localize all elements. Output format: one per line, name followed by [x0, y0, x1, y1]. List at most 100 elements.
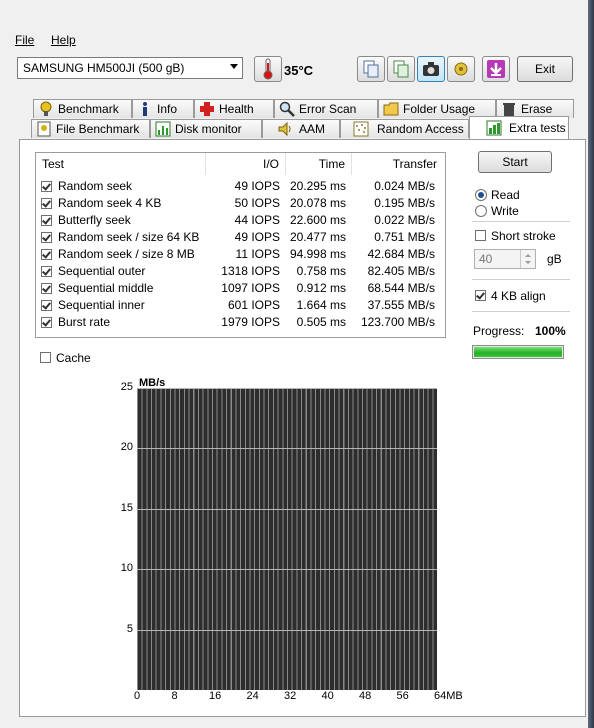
divider — [472, 221, 570, 222]
table-row[interactable]: Random seek 4 KB 50 IOPS 20.078 ms 0.195 MB… — [36, 195, 445, 212]
drive-select-value: SAMSUNG HM500JI (500 gB) — [23, 61, 185, 75]
row-checkbox[interactable] — [41, 232, 52, 243]
x-tick-label: 56 — [396, 690, 409, 702]
table-row[interactable]: Random seek 49 IOPS 20.295 ms 0.024 MB/s — [36, 178, 445, 195]
file-benchmark-icon — [37, 121, 51, 137]
row-checkbox[interactable] — [41, 249, 52, 260]
row-test: Butterfly seek — [58, 213, 131, 227]
copy-icon — [363, 60, 379, 78]
table-row[interactable]: Sequential inner 601 IOPS 1.664 ms 37.555 M… — [36, 297, 445, 314]
tab-file-benchmark[interactable]: File Benchmark — [31, 119, 150, 138]
column-header-time[interactable]: Time — [286, 153, 352, 175]
tab-benchmark[interactable]: Benchmark — [33, 99, 132, 118]
tab-label: Disk monitor — [175, 122, 242, 136]
start-button[interactable]: Start — [478, 151, 552, 173]
magnifier-icon — [279, 101, 295, 117]
y-gridline — [137, 569, 437, 571]
write-radio[interactable] — [475, 205, 487, 217]
cache-checkbox[interactable] — [40, 352, 51, 363]
window-edge — [588, 0, 594, 728]
drive-select[interactable]: SAMSUNG HM500JI (500 gB) — [17, 57, 243, 79]
row-test: Random seek — [58, 179, 133, 193]
row-io: 1979 IOPS — [221, 315, 280, 329]
chart-unit-label: MB/s — [139, 377, 166, 389]
align-checkbox[interactable] — [475, 290, 486, 301]
menu-help[interactable]: Help — [51, 33, 76, 47]
table-row[interactable]: Butterfly seek 44 IOPS 22.600 ms 0.022 MB/s — [36, 212, 445, 229]
row-checkbox[interactable] — [41, 215, 52, 226]
speaker-icon — [278, 121, 291, 137]
x-tick-label: 48 — [359, 690, 372, 702]
row-test: Sequential inner — [58, 298, 145, 312]
tab-health[interactable]: Health — [194, 99, 274, 118]
row-checkbox[interactable] — [41, 266, 52, 277]
read-label: Read — [491, 188, 520, 202]
column-header-test[interactable]: Test — [36, 153, 206, 175]
divider — [472, 279, 570, 280]
row-io: 1097 IOPS — [221, 281, 280, 295]
thermometer-icon — [263, 58, 273, 80]
table-row[interactable]: Random seek / size 8 MB 11 IOPS 94.998 ms 4… — [36, 246, 445, 263]
screenshot-button[interactable] — [417, 56, 445, 82]
tab-label: Extra tests — [509, 121, 566, 135]
exit-button[interactable]: Exit — [517, 56, 573, 82]
row-time: 94.998 ms — [289, 247, 346, 261]
row-time: 1.664 ms — [296, 298, 346, 312]
tab-info[interactable]: Info — [132, 99, 194, 118]
row-checkbox[interactable] — [41, 300, 52, 311]
spin-buttons[interactable] — [520, 250, 535, 268]
tab-label: Random Access — [377, 122, 464, 136]
row-transfer: 42.684 MB/s — [367, 247, 435, 261]
column-header-transfer[interactable]: Transfer — [352, 153, 445, 175]
tab-error-scan[interactable]: Error Scan — [274, 99, 378, 118]
row-checkbox[interactable] — [41, 317, 52, 328]
camera-icon — [423, 62, 439, 76]
row-io: 50 IOPS — [234, 196, 280, 210]
save-down-button[interactable] — [482, 56, 510, 82]
cache-label: Cache — [56, 351, 91, 365]
menu-file[interactable]: File — [15, 33, 34, 47]
row-io: 44 IOPS — [234, 213, 280, 227]
table-row[interactable]: Burst rate 1979 IOPS 0.505 ms 123.700 MB/s — [36, 314, 445, 331]
write-label: Write — [491, 204, 519, 218]
table-row[interactable]: Sequential outer 1318 IOPS 0.758 ms 82.405 … — [36, 263, 445, 280]
copy-all-button[interactable] — [387, 56, 415, 82]
extra-tests-icon — [486, 120, 502, 136]
column-header-io[interactable]: I/O — [206, 153, 286, 175]
progress-label: Progress: — [473, 324, 525, 338]
x-tick-label: 24 — [246, 690, 259, 702]
row-checkbox[interactable] — [41, 181, 52, 192]
tab-disk-monitor[interactable]: Disk monitor — [150, 119, 262, 138]
read-radio[interactable] — [475, 189, 487, 201]
copy-all-icon — [393, 60, 409, 78]
short-stroke-value: 40 — [479, 252, 493, 266]
tab-random-access[interactable]: Random Access — [340, 119, 469, 138]
row-transfer: 82.405 MB/s — [367, 264, 435, 278]
y-tick-label: 25 — [120, 381, 133, 393]
row-test: Sequential outer — [58, 264, 146, 278]
row-io: 601 IOPS — [227, 298, 280, 312]
row-transfer: 0.022 MB/s — [374, 213, 435, 227]
x-tick-label: 40 — [321, 690, 334, 702]
table-row[interactable]: Sequential middle 1097 IOPS 0.912 ms 68.544… — [36, 280, 445, 297]
table-row[interactable]: Random seek / size 64 KB 49 IOPS 20.477 ms… — [36, 229, 445, 246]
tab-aam[interactable]: AAM — [262, 119, 340, 138]
tab-label: Folder Usage — [403, 102, 476, 116]
row-checkbox[interactable] — [41, 198, 52, 209]
down-arrow-icon — [487, 60, 505, 78]
x-tick-label: 16 — [209, 690, 222, 702]
row-checkbox[interactable] — [41, 283, 52, 294]
y-gridline — [137, 388, 437, 389]
temperature-button[interactable] — [254, 56, 282, 82]
menu-bar: File Help — [0, 28, 588, 50]
row-test: Random seek / size 8 MB — [58, 247, 195, 261]
benchmark-icon — [40, 101, 52, 116]
copy-button[interactable] — [357, 56, 385, 82]
short-stroke-checkbox[interactable] — [475, 230, 486, 241]
y-gridline — [137, 508, 437, 510]
random-access-icon — [353, 121, 369, 137]
short-stroke-size-input[interactable]: 40 — [474, 249, 536, 269]
tab-extra-tests[interactable]: Extra tests — [469, 116, 569, 139]
options-button[interactable] — [447, 56, 475, 82]
row-time: 0.758 ms — [296, 264, 346, 278]
